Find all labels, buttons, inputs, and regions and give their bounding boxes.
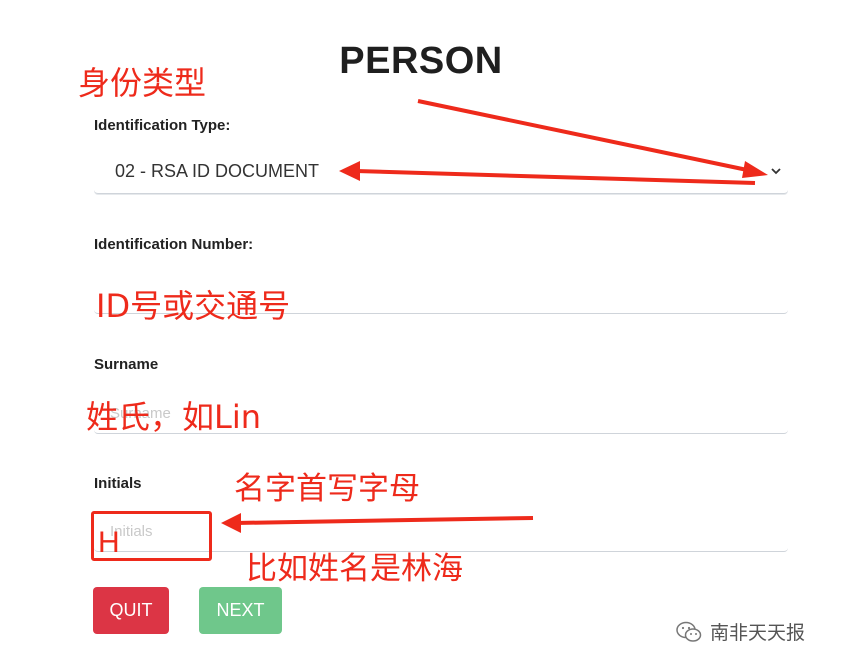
initials-label: Initials: [94, 475, 142, 492]
annotation-initials-example: 比如姓名是林海: [246, 551, 463, 587]
annotation-initials: 名字首写字母: [234, 471, 420, 507]
id-type-selected-value: 02 - RSA ID DOCUMENT: [115, 161, 320, 181]
id-type-label: Identification Type:: [94, 117, 231, 134]
surname-label: Surname: [94, 356, 159, 373]
id-number-label: Identification Number:: [94, 236, 254, 253]
chevron-down-icon: [771, 168, 781, 175]
annotation-id-number: ID号或交通号: [96, 287, 291, 325]
quit-button[interactable]: QUIT: [93, 587, 169, 634]
watermark-text: 南非天天报: [710, 622, 806, 644]
id-type-select[interactable]: 02 - RSA ID DOCUMENT: [94, 150, 788, 194]
next-button[interactable]: NEXT: [199, 587, 282, 634]
annotation-surname: 姓氏，如Lin: [86, 398, 262, 436]
annotation-id-type: 身份类型: [78, 64, 207, 102]
annotation-initials-value: H: [98, 526, 120, 559]
wechat-icon: [676, 621, 702, 642]
watermark: 南非天天报: [676, 618, 805, 645]
